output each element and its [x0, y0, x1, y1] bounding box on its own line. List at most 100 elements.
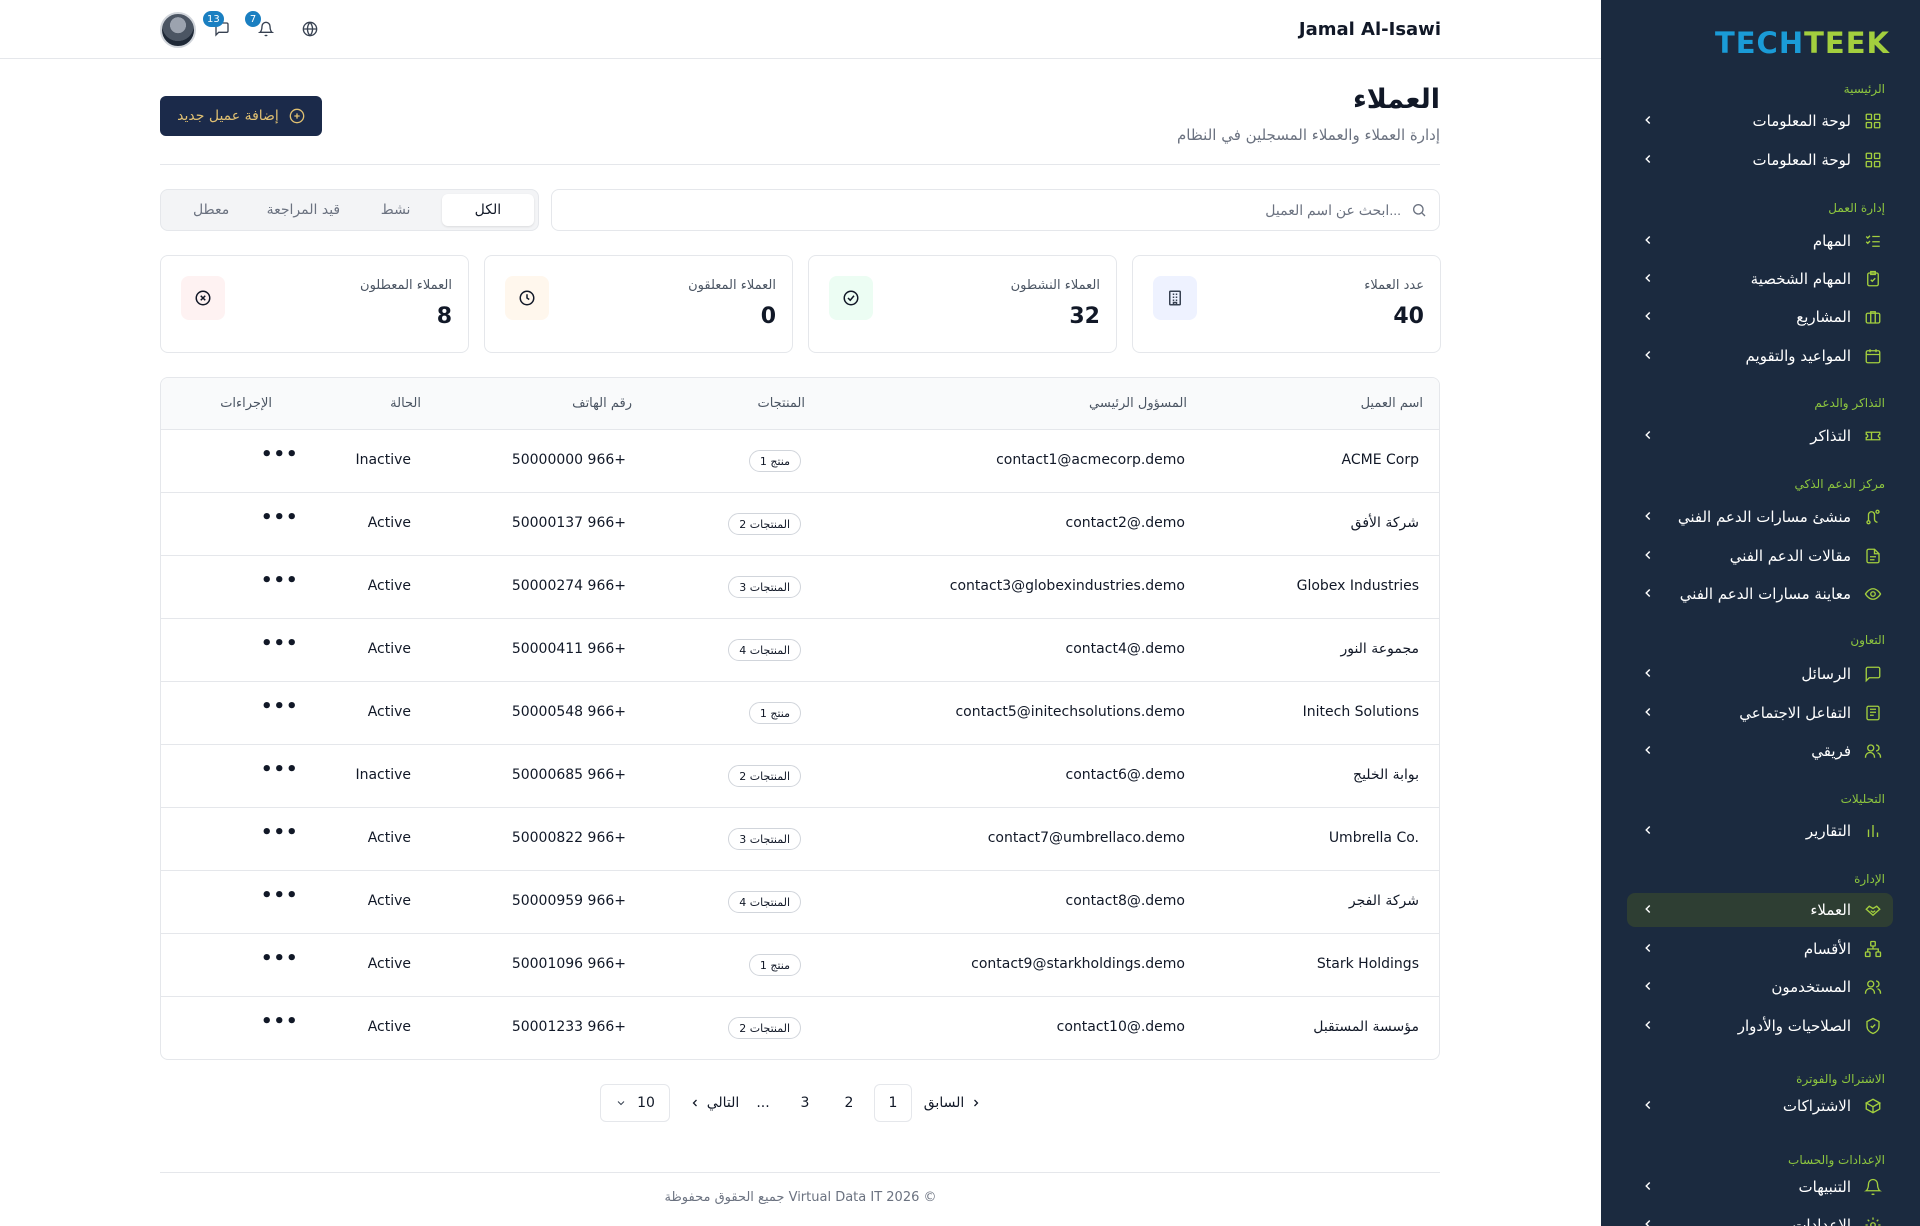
- tab-all[interactable]: الكل: [441, 194, 534, 226]
- package-icon: [1863, 1096, 1883, 1116]
- clipboard-check-icon: [1863, 269, 1883, 289]
- sidebar-item[interactable]: المواعيد والتقويم: [1627, 339, 1893, 373]
- globe-icon[interactable]: [300, 19, 320, 39]
- chevron-left-icon: [1645, 350, 1651, 360]
- table-row[interactable]: مجموعة النور contact4@.demo 4 المنتجات +966…: [161, 619, 1439, 682]
- building-icon: [1153, 276, 1197, 320]
- sidebar-item-label: التفاعل الاجتماعي: [1739, 704, 1851, 722]
- table-row[interactable]: مؤسسة المستقبل contact10@.demo 2 المنتجات +…: [161, 997, 1439, 1059]
- client-products: 3 المنتجات: [728, 828, 801, 850]
- chevron-left-icon: [1645, 1100, 1651, 1110]
- sidebar-item[interactable]: التنبيهات: [1627, 1170, 1893, 1204]
- main-area: Jamal Al-Isawi 13 7 العملاء إدارة العملا…: [0, 0, 1601, 1226]
- client-contact: contact2@.demo: [1065, 515, 1185, 531]
- client-products: 2 المنتجات: [728, 765, 801, 787]
- client-contact: contact5@initechsolutions.demo: [955, 704, 1185, 720]
- ticket-icon: [1863, 426, 1883, 446]
- client-contact: contact8@.demo: [1065, 893, 1185, 909]
- chevron-left-icon: [1645, 981, 1651, 991]
- row-actions-menu[interactable]: •••: [261, 633, 299, 654]
- client-products: 2 المنتجات: [728, 1017, 801, 1039]
- client-name: Globex Industries: [1296, 578, 1419, 594]
- sidebar-item[interactable]: معاينة مسارات الدعم الفني: [1627, 577, 1893, 611]
- page-size-value: 10: [637, 1095, 655, 1111]
- sidebar-item[interactable]: التفاعل الاجتماعي: [1627, 696, 1893, 730]
- row-actions-menu[interactable]: •••: [261, 570, 299, 591]
- newspaper-icon: [1863, 703, 1883, 723]
- row-actions-menu[interactable]: •••: [261, 444, 299, 465]
- table-row[interactable]: Umbrella Co. contact7@umbrellaco.demo 3 ال…: [161, 808, 1439, 871]
- table-row[interactable]: Initech Solutions contact5@initechsolutio…: [161, 682, 1439, 745]
- search-icon: [1413, 204, 1426, 217]
- sidebar-item[interactable]: المهام الشخصية: [1627, 262, 1893, 296]
- row-actions-menu[interactable]: •••: [261, 948, 299, 969]
- client-status: Active: [367, 704, 411, 720]
- sidebar-item[interactable]: المشاريع: [1627, 300, 1893, 334]
- table-row[interactable]: ACME Corp contact1@acmecorp.demo 1 منتج +96…: [161, 430, 1439, 493]
- sidebar-item-label: الرسائل: [1801, 665, 1851, 683]
- row-actions-menu[interactable]: •••: [261, 1011, 299, 1032]
- tab-disabled[interactable]: معطل: [165, 194, 257, 226]
- stat-card-total: عدد العملاء 40: [1132, 255, 1441, 353]
- client-phone: +966 50000548: [511, 704, 626, 720]
- chevron-left-icon: [1645, 668, 1651, 678]
- clock-icon: [505, 276, 549, 320]
- sidebar-item[interactable]: منشئ مسارات الدعم الفني: [1627, 500, 1893, 534]
- logo[interactable]: TECHTEEK: [1715, 26, 1890, 60]
- sidebar-item[interactable]: العملاء: [1627, 893, 1893, 927]
- pagination-next[interactable]: التالي: [686, 1084, 742, 1122]
- add-client-button[interactable]: إضافة عميل جديد: [160, 96, 322, 136]
- tab-under-review[interactable]: قيد المراجعة: [257, 194, 349, 226]
- client-phone: +966 50001233: [511, 1019, 626, 1035]
- row-actions-menu[interactable]: •••: [261, 696, 299, 717]
- page-1[interactable]: 1: [874, 1084, 912, 1122]
- page-2[interactable]: 2: [830, 1084, 868, 1122]
- sidebar-item[interactable]: مقالات الدعم الفني: [1627, 539, 1893, 573]
- pagination-prev[interactable]: السابق: [923, 1084, 983, 1122]
- page-size-select[interactable]: 10: [600, 1084, 670, 1122]
- search-input[interactable]: [552, 192, 1411, 228]
- sidebar-item-label: المشاريع: [1796, 308, 1851, 326]
- avatar[interactable]: [160, 12, 196, 48]
- sidebar-item[interactable]: المهام: [1627, 224, 1893, 258]
- sidebar-item[interactable]: فريقي: [1627, 734, 1893, 768]
- sidebar-item[interactable]: التقارير: [1627, 814, 1893, 848]
- sidebar-item[interactable]: لوحة المعلومات: [1627, 143, 1893, 177]
- sidebar-item[interactable]: الإعدادات: [1627, 1208, 1893, 1226]
- sidebar-item-label: المهام: [1812, 232, 1851, 250]
- table-row[interactable]: شركة الأفق contact2@.demo 2 المنتجات +966 5…: [161, 493, 1439, 556]
- page-3[interactable]: 3: [786, 1084, 824, 1122]
- grid-icon: [1863, 150, 1883, 170]
- sidebar-item[interactable]: المستخدمون: [1627, 970, 1893, 1004]
- column-header: المسؤول الرئيسي: [1089, 396, 1187, 411]
- client-contact: contact10@.demo: [1056, 1019, 1185, 1035]
- sidebar-item[interactable]: الأقسام: [1627, 932, 1893, 966]
- stat-value: 0: [760, 304, 776, 329]
- sidebar-item[interactable]: الاشتراكات: [1627, 1089, 1893, 1123]
- table-row[interactable]: شركة الفجر contact8@.demo 4 المنتجات +966 5…: [161, 871, 1439, 934]
- sidebar-item-label: المهام الشخصية: [1750, 270, 1851, 288]
- sidebar-item-label: مقالات الدعم الفني: [1729, 547, 1851, 565]
- table-row[interactable]: بوابة الخليج contact6@.demo 2 المنتجات +966…: [161, 745, 1439, 808]
- sidebar-item[interactable]: الصلاحيات والأدوار: [1627, 1009, 1893, 1043]
- sidebar-item[interactable]: لوحة المعلومات: [1627, 104, 1893, 138]
- sidebar-item-label: المستخدمون: [1771, 978, 1851, 996]
- row-actions-menu[interactable]: •••: [261, 507, 299, 528]
- chevron-down-icon: [617, 1101, 625, 1106]
- row-actions-menu[interactable]: •••: [261, 885, 299, 906]
- chevron-left-icon: [692, 1099, 697, 1107]
- x-circle-icon: [181, 276, 225, 320]
- table-row[interactable]: Globex Industries contact3@globexindustri…: [161, 556, 1439, 619]
- row-actions-menu[interactable]: •••: [261, 759, 299, 780]
- users-icon: [1863, 741, 1883, 761]
- row-actions-menu[interactable]: •••: [261, 822, 299, 843]
- sidebar-item[interactable]: التذاكر: [1627, 419, 1893, 453]
- client-products: 1 منتج: [748, 954, 801, 976]
- sidebar-section-heading: التحليلات: [1840, 792, 1885, 806]
- tab-active[interactable]: نشط: [350, 194, 442, 226]
- table-row[interactable]: Stark Holdings contact9@starkholdings.dem…: [161, 934, 1439, 997]
- client-contact: contact9@starkholdings.demo: [971, 956, 1185, 972]
- sidebar-item[interactable]: الرسائل: [1627, 657, 1893, 691]
- client-name: بوابة الخليج: [1353, 767, 1419, 783]
- shield-check-icon: [1863, 1016, 1883, 1036]
